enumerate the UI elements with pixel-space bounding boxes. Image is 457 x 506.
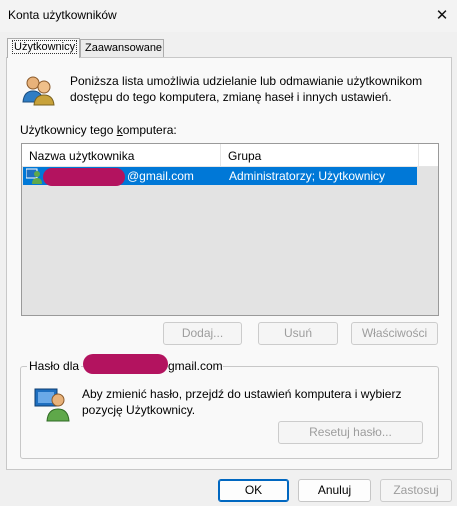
table-row[interactable]: @gmail.com Administratorzy; Użytkownicy bbox=[23, 167, 417, 186]
title-bar: Konta użytkowników ✕ bbox=[0, 0, 457, 32]
close-button[interactable]: ✕ bbox=[427, 0, 457, 30]
remove-button[interactable]: Usuń bbox=[258, 322, 338, 345]
users-list-label-start: Użytkownicy tego bbox=[20, 123, 117, 137]
properties-button[interactable]: Właściwości bbox=[351, 322, 438, 345]
row-username: @gmail.com bbox=[127, 169, 194, 183]
tab-advanced[interactable]: Zaawansowane bbox=[80, 39, 164, 57]
users-icon bbox=[22, 76, 55, 106]
cancel-button[interactable]: Anuluj bbox=[298, 479, 371, 502]
window-title: Konta użytkowników bbox=[8, 8, 117, 22]
password-group-label: Hasło dla bbox=[27, 359, 82, 373]
user-icon bbox=[26, 168, 42, 184]
ok-button[interactable]: OK bbox=[218, 479, 289, 502]
row-group: Administratorzy; Użytkownicy bbox=[229, 169, 386, 183]
tab-advanced-label: Zaawansowane bbox=[85, 42, 163, 54]
users-listview[interactable]: Nazwa użytkownika Grupa @gmail.com Admin… bbox=[21, 143, 439, 316]
column-header-group[interactable]: Grupa bbox=[228, 149, 261, 163]
user-icon bbox=[34, 388, 70, 422]
users-list-label-end: omputera: bbox=[122, 123, 177, 137]
apply-button[interactable]: Zastosuj bbox=[380, 479, 452, 502]
password-group-label-suffix: gmail.com bbox=[168, 359, 223, 373]
intro-text: Poniższa lista umożliwia udzielanie lub … bbox=[70, 74, 423, 104]
column-divider[interactable] bbox=[220, 144, 221, 167]
tab-users[interactable]: Użytkownicy bbox=[7, 38, 80, 58]
close-icon: ✕ bbox=[435, 7, 449, 24]
column-header-username[interactable]: Nazwa użytkownika bbox=[29, 149, 134, 163]
listview-header-filler bbox=[418, 144, 438, 167]
password-info-text: Aby zmienić hasło, przejdź do ustawień k… bbox=[82, 387, 402, 417]
add-button[interactable]: Dodaj... bbox=[163, 322, 242, 345]
users-list-label: Użytkownicy tego komputera: bbox=[20, 123, 177, 137]
redacted-account bbox=[83, 354, 168, 374]
tab-users-label: Użytkownicy bbox=[12, 40, 78, 54]
redacted-username bbox=[43, 168, 125, 186]
reset-password-button[interactable]: Resetuj hasło... bbox=[278, 421, 423, 444]
listview-header: Nazwa użytkownika Grupa bbox=[22, 144, 418, 167]
